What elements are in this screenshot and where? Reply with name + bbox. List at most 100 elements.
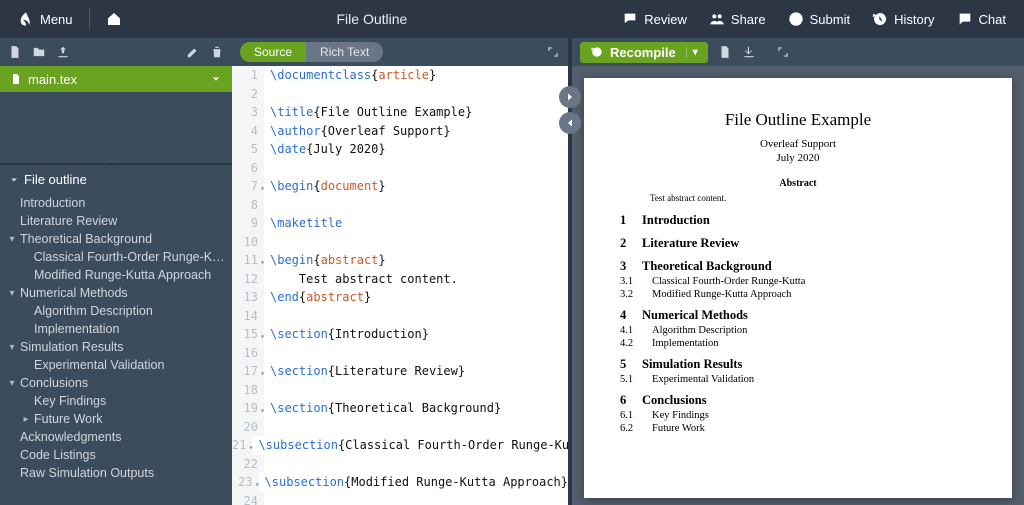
editor-line[interactable]: 4\author{Overleaf Support}	[232, 122, 568, 141]
code-content[interactable]: \section{Literature Review}	[264, 362, 568, 381]
editor-line[interactable]: 20	[232, 418, 568, 437]
code-content[interactable]: \subsection{Classical Fourth-Order Runge…	[252, 436, 568, 455]
code-content[interactable]	[264, 455, 568, 474]
outline-item[interactable]: Implementation	[0, 320, 232, 338]
editor-line[interactable]: 11▾\begin{abstract}	[232, 251, 568, 270]
editor-line[interactable]: 17▾\section{Literature Review}	[232, 362, 568, 381]
history-button[interactable]: History	[862, 5, 944, 33]
pdf-viewer[interactable]: File Outline Example Overleaf Support Ju…	[572, 66, 1024, 505]
new-file-icon[interactable]	[8, 45, 22, 59]
chevron-down-icon[interactable]: ▾	[6, 342, 18, 353]
code-content[interactable]: \end{abstract}	[264, 288, 568, 307]
logs-icon[interactable]	[718, 45, 732, 59]
outline-item[interactable]: Modified Runge-Kutta Approach	[0, 266, 232, 284]
code-content[interactable]: \documentclass{article}	[264, 66, 568, 85]
editor-line[interactable]: 6	[232, 159, 568, 178]
code-content[interactable]: \title{File Outline Example}	[264, 103, 568, 122]
code-content[interactable]: \maketitle	[264, 214, 568, 233]
code-editor[interactable]: 1\documentclass{article}23\title{File Ou…	[232, 66, 568, 505]
editor-line[interactable]: 14	[232, 307, 568, 326]
chevron-right-icon[interactable]: ▸	[20, 414, 32, 425]
sync-right-button[interactable]	[559, 86, 581, 108]
code-content[interactable]: \begin{abstract}	[264, 251, 568, 270]
recompile-button[interactable]: Recompile ▾	[580, 42, 708, 63]
outline-item[interactable]: Raw Simulation Outputs	[0, 464, 232, 482]
code-content[interactable]	[264, 233, 568, 252]
editor-line[interactable]: 13\end{abstract}	[232, 288, 568, 307]
rename-icon[interactable]	[186, 45, 200, 59]
editor-line[interactable]: 9\maketitle	[232, 214, 568, 233]
chevron-down-icon[interactable]	[210, 73, 222, 85]
outline-item[interactable]: Experimental Validation	[0, 356, 232, 374]
outline-item[interactable]: ▾Theoretical Background	[0, 230, 232, 248]
chevron-down-icon[interactable]: ▾	[6, 288, 18, 299]
editor-line[interactable]: 2	[232, 85, 568, 104]
editor-line[interactable]: 10	[232, 233, 568, 252]
editor-line[interactable]: 24	[232, 492, 568, 505]
code-content[interactable]: \section{Theoretical Background}	[264, 399, 568, 418]
code-content[interactable]	[264, 307, 568, 326]
submit-button[interactable]: Submit	[778, 5, 860, 33]
outline-item[interactable]: ▸Future Work	[0, 410, 232, 428]
code-content[interactable]: Test abstract content.	[264, 270, 568, 289]
outline-item[interactable]: ▾Conclusions	[0, 374, 232, 392]
recompile-dropdown[interactable]: ▾	[686, 47, 698, 58]
editor-line[interactable]: 16	[232, 344, 568, 363]
editor-line[interactable]: 22	[232, 455, 568, 474]
outline-list[interactable]: IntroductionLiterature Review▾Theoretica…	[0, 194, 232, 505]
outline-item[interactable]: Literature Review	[0, 212, 232, 230]
editor-line[interactable]: 12 Test abstract content.	[232, 270, 568, 289]
share-button[interactable]: Share	[699, 5, 776, 33]
code-content[interactable]: \author{Overleaf Support}	[264, 122, 568, 141]
delete-icon[interactable]	[210, 45, 224, 59]
editor-line[interactable]: 1\documentclass{article}	[232, 66, 568, 85]
chevron-down-icon[interactable]: ▾	[6, 234, 18, 245]
code-content[interactable]: \section{Introduction}	[264, 325, 568, 344]
editor-line[interactable]: 23▾\subsection{Modified Runge-Kutta Appr…	[232, 473, 568, 492]
overleaf-logo[interactable]: Menu	[8, 5, 83, 33]
file-maintex[interactable]: main.tex	[0, 66, 232, 92]
review-button[interactable]: Review	[612, 5, 697, 33]
new-folder-icon[interactable]	[32, 45, 46, 59]
chevron-down-icon[interactable]: ▾	[6, 378, 18, 389]
outline-header[interactable]: File outline	[0, 164, 232, 194]
outline-item[interactable]: ▾Numerical Methods	[0, 284, 232, 302]
editor-line[interactable]: 15▾\section{Introduction}	[232, 325, 568, 344]
code-content[interactable]	[264, 492, 568, 505]
editor-line[interactable]: 8	[232, 196, 568, 215]
source-tab[interactable]: Source	[240, 42, 306, 62]
expand-icon[interactable]	[776, 45, 790, 59]
upload-icon[interactable]	[56, 45, 70, 59]
chat-button[interactable]: Chat	[947, 5, 1016, 33]
code-content[interactable]	[264, 85, 568, 104]
editor-line[interactable]: 5\date{July 2020}	[232, 140, 568, 159]
expand-icon[interactable]	[546, 45, 560, 59]
download-icon[interactable]	[742, 45, 756, 59]
outline-item[interactable]: Code Listings	[0, 446, 232, 464]
code-content[interactable]	[264, 344, 568, 363]
editor-line[interactable]: 18	[232, 381, 568, 400]
code-content[interactable]: \begin{document}	[264, 177, 568, 196]
sync-left-button[interactable]	[559, 112, 581, 134]
outline-item[interactable]: Acknowledgments	[0, 428, 232, 446]
editor-line[interactable]: 19▾\section{Theoretical Background}	[232, 399, 568, 418]
outline-item[interactable]: Classical Fourth-Order Runge-Kutta	[0, 248, 232, 266]
code-content[interactable]	[264, 381, 568, 400]
pane-splitter[interactable]	[568, 38, 572, 505]
editor-pane: Source Rich Text 1\documentclass{article…	[232, 38, 568, 505]
outline-item[interactable]: Key Findings	[0, 392, 232, 410]
editor-line[interactable]: 21▾\subsection{Classical Fourth-Order Ru…	[232, 436, 568, 455]
editor-line[interactable]: 3\title{File Outline Example}	[232, 103, 568, 122]
code-content[interactable]	[264, 196, 568, 215]
editor-line[interactable]: 7▾\begin{document}	[232, 177, 568, 196]
code-content[interactable]: \date{July 2020}	[264, 140, 568, 159]
code-content[interactable]: \subsection{Modified Runge-Kutta Approac…	[259, 473, 568, 492]
outline-item[interactable]: Algorithm Description	[0, 302, 232, 320]
code-content[interactable]	[264, 159, 568, 178]
pdf-section: 6Conclusions	[620, 393, 976, 408]
home-button[interactable]	[96, 5, 132, 33]
richtext-tab[interactable]: Rich Text	[306, 42, 383, 62]
code-content[interactable]	[264, 418, 568, 437]
outline-item[interactable]: Introduction	[0, 194, 232, 212]
outline-item[interactable]: ▾Simulation Results	[0, 338, 232, 356]
